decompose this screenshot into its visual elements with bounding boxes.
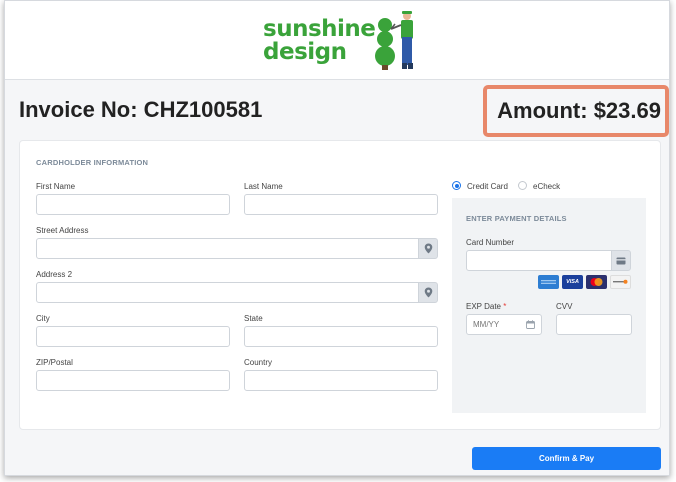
visa-text: VISA bbox=[566, 279, 579, 285]
card-number-label: Card Number bbox=[466, 238, 515, 247]
brand-logo: sunshine design bbox=[263, 7, 423, 75]
address-2-locate-button[interactable] bbox=[418, 282, 438, 303]
exp-date-label-text: EXP Date bbox=[466, 302, 501, 311]
required-marker: * bbox=[503, 302, 507, 311]
city-label: City bbox=[36, 314, 50, 323]
discover-icon bbox=[610, 275, 631, 289]
header: sunshine design bbox=[5, 1, 669, 80]
address-2-label: Address 2 bbox=[36, 270, 73, 279]
address-2-input[interactable] bbox=[36, 282, 419, 303]
card-number-input[interactable] bbox=[466, 250, 612, 271]
card-number-icon-button bbox=[611, 250, 631, 271]
state-input[interactable] bbox=[244, 326, 438, 347]
invoice-number: Invoice No: CHZ100581 bbox=[19, 97, 263, 122]
logo-word-design: design bbox=[263, 39, 347, 65]
zip-input[interactable] bbox=[36, 370, 230, 391]
first-name-label: First Name bbox=[36, 182, 76, 191]
cardholder-section-title: CARDHOLDER INFORMATION bbox=[36, 158, 149, 167]
amount-highlight: Amount: $23.69 bbox=[483, 85, 669, 137]
payment-form-card: CARDHOLDER INFORMATION First Name Last N… bbox=[19, 140, 661, 430]
map-pin-icon bbox=[424, 243, 432, 254]
mastercard-icon bbox=[586, 275, 607, 289]
country-label: Country bbox=[244, 358, 273, 367]
payment-details-title: ENTER PAYMENT DETAILS bbox=[466, 214, 567, 223]
amex-icon bbox=[538, 275, 559, 289]
echeck-radio-label[interactable]: eCheck bbox=[533, 182, 560, 191]
city-input[interactable] bbox=[36, 326, 230, 347]
calendar-icon[interactable] bbox=[526, 320, 535, 329]
cvv-label: CVV bbox=[556, 302, 573, 311]
visa-icon: VISA bbox=[562, 275, 583, 289]
street-address-input[interactable] bbox=[36, 238, 419, 259]
payment-details-panel: ENTER PAYMENT DETAILS Card Number VISA E… bbox=[452, 198, 646, 413]
credit-card-radio[interactable] bbox=[452, 181, 461, 190]
map-pin-icon bbox=[424, 287, 432, 298]
first-name-input[interactable] bbox=[36, 194, 230, 215]
street-address-label: Street Address bbox=[36, 226, 89, 235]
checkout-window: sunshine design Invoice No: CHZ100581 Am… bbox=[4, 0, 670, 476]
logo-word-sunshine: sunshine bbox=[263, 16, 376, 42]
cvv-input[interactable] bbox=[556, 314, 632, 335]
credit-card-radio-label[interactable]: Credit Card bbox=[467, 182, 508, 191]
zip-label: ZIP/Postal bbox=[36, 358, 73, 367]
gardener-topiary-icon bbox=[375, 11, 413, 70]
credit-card-icon bbox=[616, 257, 626, 264]
state-label: State bbox=[244, 314, 263, 323]
street-address-locate-button[interactable] bbox=[418, 238, 438, 259]
exp-date-label: EXP Date * bbox=[466, 302, 506, 311]
confirm-pay-button[interactable]: Confirm & Pay bbox=[472, 447, 661, 470]
amount-due: Amount: $23.69 bbox=[497, 98, 661, 123]
echeck-radio[interactable] bbox=[518, 181, 527, 190]
last-name-label: Last Name bbox=[244, 182, 283, 191]
country-input[interactable] bbox=[244, 370, 438, 391]
last-name-input[interactable] bbox=[244, 194, 438, 215]
